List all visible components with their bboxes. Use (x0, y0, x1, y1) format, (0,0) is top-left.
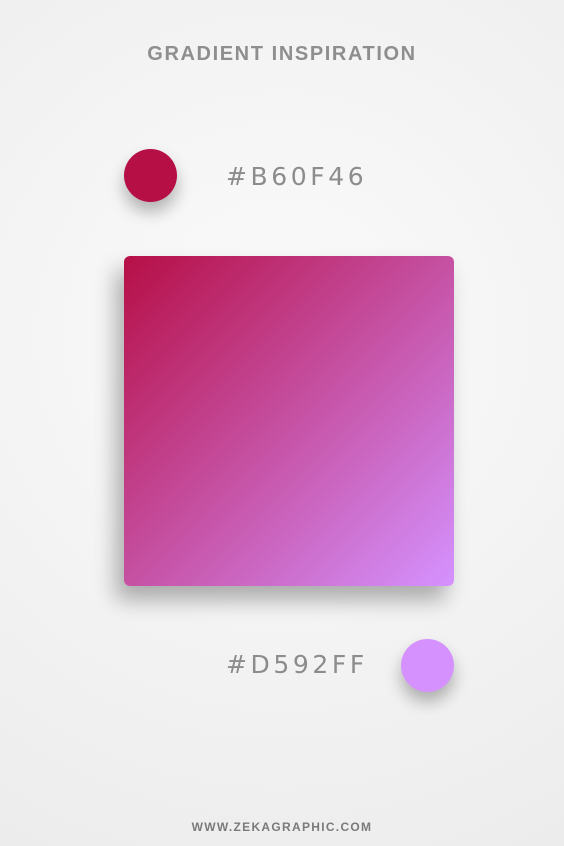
gradient-preview (124, 256, 454, 586)
start-color-hex-label: #B60F46 (226, 162, 368, 191)
website-footer: WWW.ZEKAGRAPHIC.COM (191, 820, 373, 834)
end-color-swatch (401, 639, 454, 692)
page-title: GRADIENT INSPIRATION (147, 43, 417, 65)
end-color-hex-label: #D592FF (226, 650, 368, 679)
start-color-swatch (124, 149, 177, 202)
